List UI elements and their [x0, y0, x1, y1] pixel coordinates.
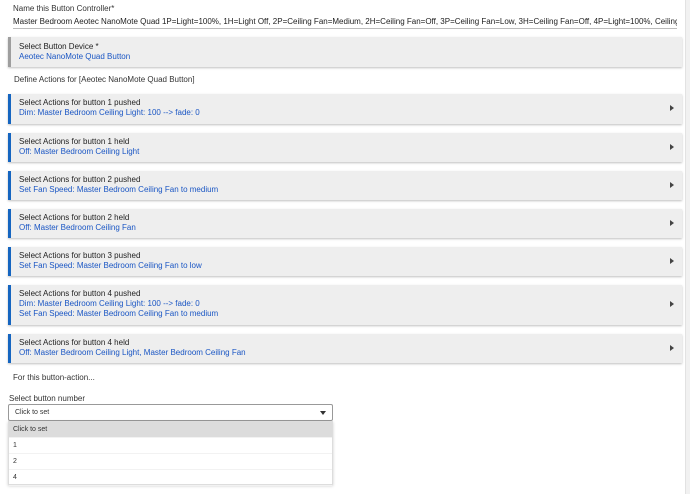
option-2[interactable]: 2	[9, 454, 332, 470]
chevron-right-icon	[670, 301, 674, 307]
chevron-right-icon	[670, 344, 674, 351]
chevron-down-icon	[320, 411, 326, 415]
page-scrollbar[interactable]	[685, 0, 690, 494]
button-number-select[interactable]: Click to set	[8, 404, 333, 421]
action-button-1-held[interactable]: Select Actions for button 1 held Off: Ma…	[8, 133, 682, 162]
action-title: Select Actions for button 1 pushed	[19, 98, 141, 107]
action-value: Set Fan Speed: Master Bedroom Ceiling Fa…	[19, 309, 219, 318]
chevron-right-icon	[670, 219, 674, 226]
action-value: Dim: Master Bedroom Ceiling Light: 100 -…	[19, 299, 200, 308]
action-value: Off: Master Bedroom Ceiling Light	[19, 147, 140, 156]
action-button-2-held[interactable]: Select Actions for button 2 held Off: Ma…	[8, 209, 682, 238]
chevron-right-icon	[670, 257, 674, 264]
select-button-device-value: Aeotec NanoMote Quad Button	[19, 52, 131, 61]
action-title: Select Actions for button 2 pushed	[19, 175, 141, 184]
action-value: Set Fan Speed: Master Bedroom Ceiling Fa…	[19, 261, 202, 270]
action-title: Select Actions for button 2 held	[19, 213, 130, 222]
option-click-to-set[interactable]: Click to set	[9, 422, 332, 438]
define-actions-label: Define Actions for [Aeotec NanoMote Quad…	[14, 75, 195, 84]
select-button-device[interactable]: Select Button Device * Aeotec NanoMote Q…	[8, 37, 682, 67]
action-button-4-pushed[interactable]: Select Actions for button 4 pushed Dim: …	[8, 285, 682, 325]
action-button-2-pushed[interactable]: Select Actions for button 2 pushed Set F…	[8, 171, 682, 200]
action-title: Select Actions for button 3 pushed	[19, 251, 141, 260]
action-title: Select Actions for button 4 pushed	[19, 289, 141, 298]
name-controller-input[interactable]: Master Bedroom Aeotec NanoMote Quad 1P=L…	[13, 16, 677, 29]
chevron-right-icon	[670, 143, 674, 150]
action-button-3-pushed[interactable]: Select Actions for button 3 pushed Set F…	[8, 247, 682, 276]
action-button-4-held[interactable]: Select Actions for button 4 held Off: Ma…	[8, 334, 682, 363]
chevron-right-icon	[670, 105, 674, 111]
chevron-right-icon	[670, 181, 674, 188]
for-button-action-label: For this button-action...	[13, 373, 95, 382]
select-button-device-title: Select Button Device *	[19, 42, 99, 51]
action-value: Dim: Master Bedroom Ceiling Light: 100 -…	[19, 108, 200, 117]
select-value: Click to set	[15, 409, 50, 416]
action-title: Select Actions for button 1 held	[19, 137, 130, 146]
action-value: Off: Master Bedroom Ceiling Light, Maste…	[19, 348, 246, 357]
option-4[interactable]: 4	[9, 470, 332, 486]
select-button-number-label: Select button number	[9, 394, 86, 403]
action-value: Set Fan Speed: Master Bedroom Ceiling Fa…	[19, 185, 219, 194]
option-1[interactable]: 1	[9, 438, 332, 454]
action-value: Off: Master Bedroom Ceiling Fan	[19, 223, 136, 232]
button-number-options: Click to set 1 2 4	[8, 421, 333, 486]
action-title: Select Actions for button 4 held	[19, 338, 130, 347]
name-controller-label: Name this Button Controller*	[13, 4, 115, 13]
action-button-1-pushed[interactable]: Select Actions for button 1 pushed Dim: …	[8, 94, 682, 124]
